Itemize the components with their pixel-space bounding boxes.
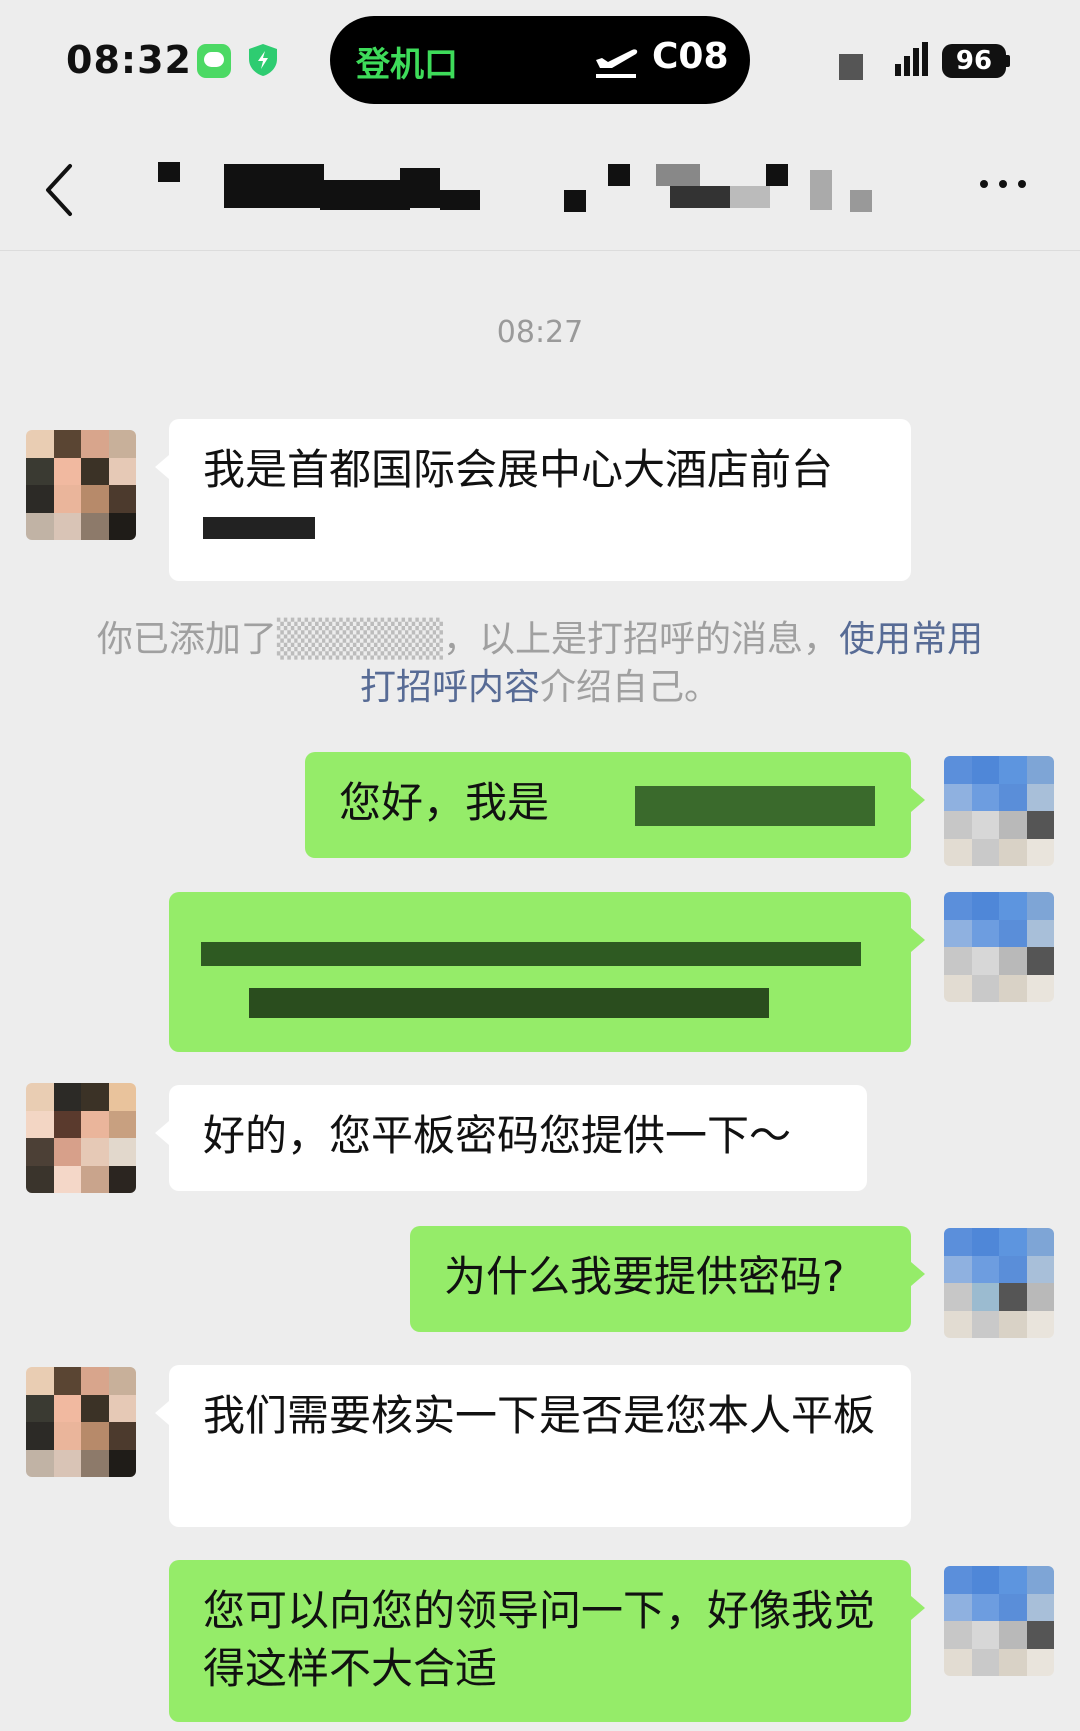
redacted-text [203, 517, 315, 539]
status-bar: 08:32 登机口 C08 96 [0, 0, 1080, 120]
chat-timestamp: 08:27 [496, 315, 584, 350]
message-text: 好的，您平板密码您提供一下～ [203, 1111, 792, 1160]
battery-tip [1006, 55, 1010, 67]
cellular-signal-icon [895, 42, 928, 76]
dynamic-island[interactable]: 登机口 C08 [330, 16, 750, 104]
shield-icon [249, 44, 277, 76]
message-text: 您好，我是 [339, 778, 550, 827]
message-bubble[interactable]: 您可以向您的领导问一下，好像我觉得这样不大合适 [169, 1560, 925, 1722]
redacted-text [201, 942, 861, 966]
message-bubble[interactable]: 为什么我要提供密码? [410, 1226, 925, 1332]
gate-number: C08 [652, 36, 729, 77]
message-text: 我是首都国际会展中心大酒店前台 [203, 445, 834, 494]
message-bubble[interactable]: 我们需要核实一下是否是您本人平板 [155, 1365, 911, 1527]
messages-app-icon [197, 44, 231, 78]
avatar[interactable] [26, 430, 136, 540]
system-note-text: ，以上是打招呼的消息， [443, 619, 840, 660]
status-indicator-icon [839, 54, 863, 80]
avatar[interactable] [944, 1566, 1054, 1676]
avatar[interactable] [944, 892, 1054, 1002]
system-note-text: 你已添加了 [96, 619, 277, 660]
battery-level: 96 [942, 44, 1006, 78]
avatar[interactable] [26, 1083, 136, 1193]
redacted-text [635, 786, 875, 826]
message-text: 为什么我要提供密码? [444, 1252, 845, 1301]
system-note-text: 介绍自己。 [540, 667, 721, 708]
avatar[interactable] [944, 756, 1054, 866]
message-bubble[interactable]: 我是首都国际会展中心大酒店前台 [155, 419, 911, 581]
avatar[interactable] [944, 1228, 1054, 1338]
boarding-gate-label: 登机口 [356, 45, 458, 85]
message-text: 我们需要核实一下是否是您本人平板 [203, 1391, 876, 1440]
message-text: 您可以向您的领导问一下，好像我觉得这样不大合适 [203, 1586, 876, 1693]
message-bubble[interactable]: 好的，您平板密码您提供一下～ [155, 1085, 867, 1191]
message-bubble[interactable]: 您好，我是 [305, 752, 925, 858]
more-options-icon[interactable] [978, 176, 1028, 192]
message-bubble[interactable] [169, 892, 925, 1052]
airplane-departure-icon [596, 49, 638, 78]
chat-title-redacted [150, 150, 890, 230]
chat-header [0, 120, 1080, 251]
redacted-text [249, 988, 769, 1018]
system-note: 你已添加了▒▒▒▒▒▒，以上是打招呼的消息，使用常用打招呼内容介绍自己。 [96, 619, 984, 708]
status-time: 08:32 [66, 38, 192, 82]
avatar[interactable] [26, 1367, 136, 1477]
back-chevron-icon[interactable] [40, 160, 80, 220]
